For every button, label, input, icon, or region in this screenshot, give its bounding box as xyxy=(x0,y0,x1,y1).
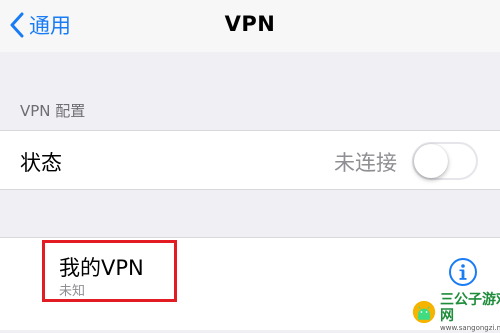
vpn-toggle[interactable] xyxy=(412,142,478,180)
page-title: VPN xyxy=(224,12,276,36)
status-value: 未连接 xyxy=(334,151,397,175)
vpn-name: 我的VPN xyxy=(59,256,144,280)
status-label: 状态 xyxy=(20,151,62,175)
status-row: 状态 未连接 xyxy=(0,130,500,190)
toggle-knob[interactable] xyxy=(414,144,448,178)
watermark: 三公子游戏网 www.sangongzi.net xyxy=(412,291,500,332)
watermark-text: 三公子游戏网 xyxy=(440,291,500,324)
info-circle-icon[interactable] xyxy=(448,257,478,287)
vpn-status-subtitle: 未知 xyxy=(59,284,86,299)
watermark-url: www.sangongzi.net xyxy=(440,323,500,332)
vpn-config-item[interactable]: 我的VPN 未知 xyxy=(42,240,177,302)
navigation-bar: 通用 VPN xyxy=(0,0,500,52)
android-logo-icon xyxy=(412,300,436,324)
section-header: VPN 配置 xyxy=(20,102,86,120)
